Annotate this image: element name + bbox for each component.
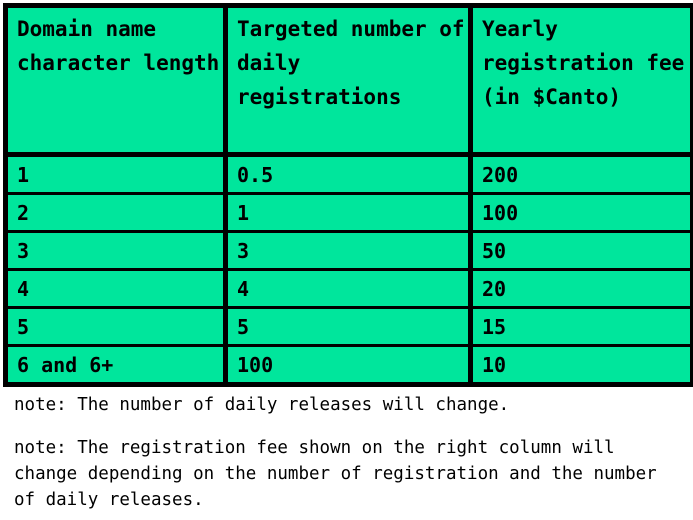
- note-registration-fee: note: The registration fee shown on the …: [14, 438, 668, 510]
- table-body: 1 0.5 200 2 1 100 3 3 50 4 4 20 5 5 15 6…: [5, 154, 693, 385]
- cell-domain-length: 3: [5, 231, 228, 271]
- cell-daily-registrations: 5: [225, 307, 473, 347]
- notes-section: note: The number of daily releases will …: [14, 392, 684, 513]
- cell-yearly-fee: 50: [470, 231, 693, 271]
- cell-daily-registrations: 100: [225, 345, 473, 385]
- cell-domain-length: 5: [5, 307, 228, 347]
- domain-fee-table: Domain name character length Targeted nu…: [3, 3, 693, 387]
- cell-yearly-fee: 15: [470, 307, 693, 347]
- cell-domain-length: 4: [5, 269, 228, 309]
- cell-daily-registrations: 1: [225, 193, 473, 233]
- table-row: 3 3 50: [5, 231, 693, 271]
- cell-domain-length: 2: [5, 193, 228, 233]
- cell-daily-registrations: 4: [225, 269, 473, 309]
- table-row: 1 0.5 200: [5, 154, 693, 195]
- table-row: 4 4 20: [5, 269, 693, 309]
- cell-domain-length: 1: [5, 154, 228, 195]
- cell-yearly-fee: 200: [470, 154, 693, 195]
- column-header-yearly-fee: Yearly registration fee (in $Canto): [470, 5, 693, 157]
- note-daily-releases: note: The number of daily releases will …: [14, 395, 510, 415]
- table-row: 5 5 15: [5, 307, 693, 347]
- table-row: 6 and 6+ 100 10: [5, 345, 693, 385]
- cell-yearly-fee: 20: [470, 269, 693, 309]
- table-header: Domain name character length Targeted nu…: [5, 5, 693, 157]
- cell-yearly-fee: 10: [470, 345, 693, 385]
- table-row: 2 1 100: [5, 193, 693, 233]
- cell-yearly-fee: 100: [470, 193, 693, 233]
- page-root: Domain name character length Targeted nu…: [0, 0, 693, 520]
- column-header-domain-length: Domain name character length: [5, 5, 228, 157]
- table-header-row: Domain name character length Targeted nu…: [5, 5, 693, 157]
- cell-daily-registrations: 3: [225, 231, 473, 271]
- cell-domain-length: 6 and 6+: [5, 345, 228, 385]
- column-header-daily-registrations: Targeted number of daily registrations: [225, 5, 473, 157]
- cell-daily-registrations: 0.5: [225, 154, 473, 195]
